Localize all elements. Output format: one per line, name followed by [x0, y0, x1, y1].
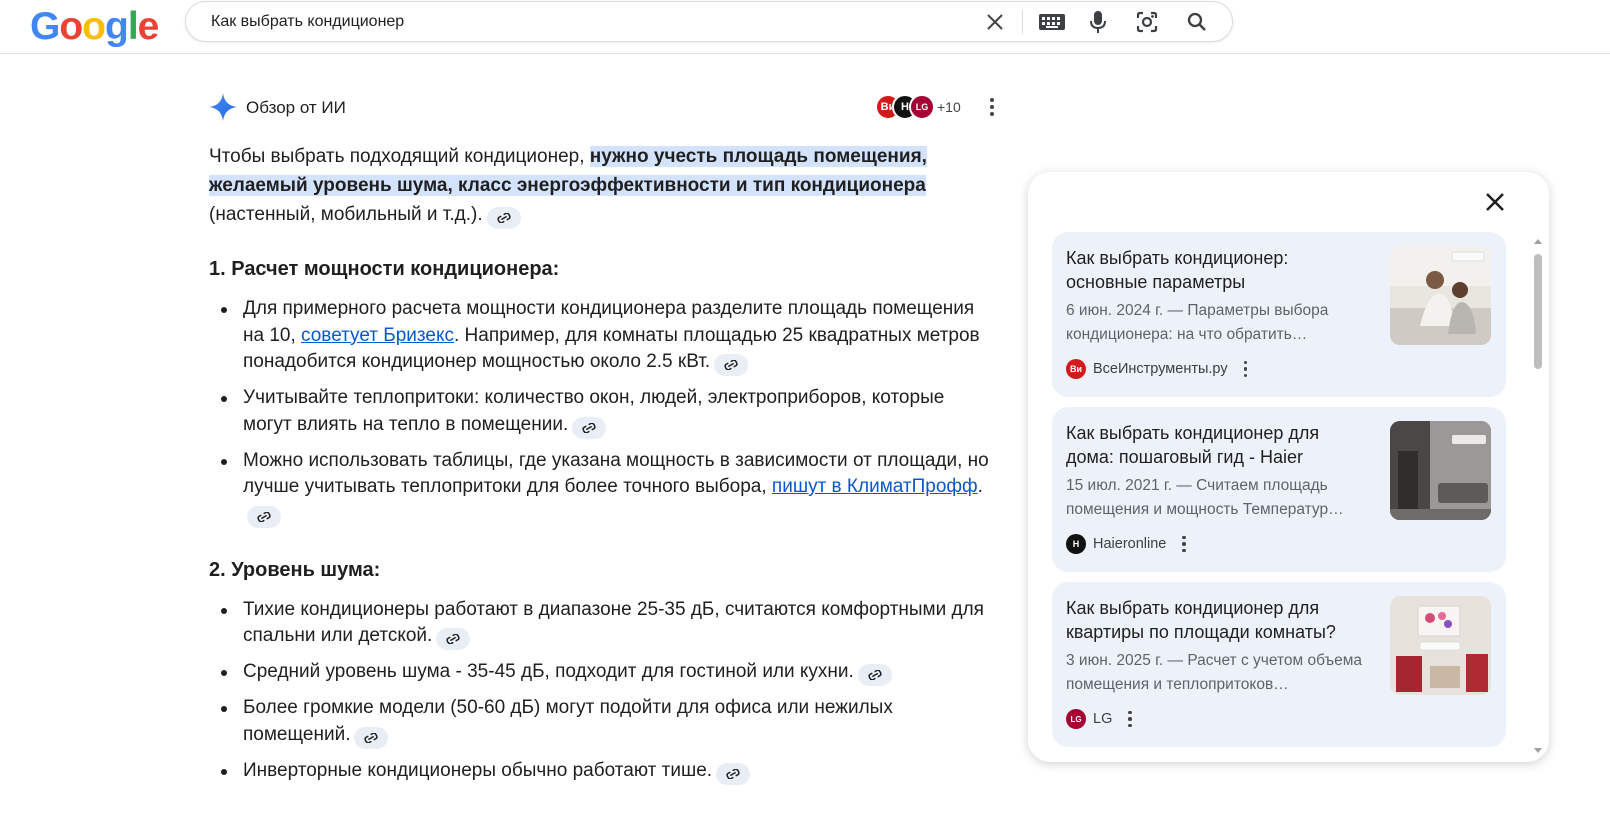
list-item: Инверторные кондиционеры обычно работают… [209, 758, 989, 785]
list-item-text: Средний уровень шума - 35-45 дБ, подходи… [243, 661, 854, 682]
list-item: Более громкие модели (50-60 дБ) могут по… [209, 695, 989, 749]
logo-letter: e [137, 5, 160, 48]
list-item: Учитывайте теплопритоки: количество окон… [209, 385, 989, 439]
search-box[interactable]: Как выбрать кондиционер [185, 1, 1233, 42]
intro-paragraph: Чтобы выбрать подходящий кондиционер, ну… [209, 142, 989, 229]
site-name: LG [1093, 711, 1113, 727]
list-item: Тихие кондиционеры работают в диапазоне … [209, 597, 989, 650]
lens-icon[interactable] [1135, 10, 1159, 34]
site-favicon: LG [1066, 709, 1086, 729]
klimatproff-link[interactable]: пишут в КлиматПрофф [772, 476, 978, 497]
ai-overview-title: Обзор от ИИ [246, 98, 346, 117]
scrollbar-thumb[interactable] [1534, 254, 1542, 369]
source-card-thumbnail [1390, 246, 1491, 345]
source-card-site: H Haieronline [1066, 532, 1186, 556]
source-link-chip[interactable] [572, 416, 607, 439]
noise-list: Тихие кондиционеры работают в диапазоне … [209, 597, 989, 785]
keyboard-icon[interactable] [1038, 10, 1066, 34]
source-link-chip[interactable] [857, 664, 892, 686]
list-item-text: Более громкие модели (50-60 дБ) могут по… [243, 697, 893, 745]
link-icon [582, 422, 596, 433]
more-options-icon[interactable] [1243, 360, 1248, 378]
source-link-chip[interactable] [247, 505, 281, 528]
source-link-chip[interactable] [714, 354, 749, 376]
intro-text: Чтобы выбрать подходящий кондиционер, [209, 146, 590, 167]
source-card-snippet: 3 июн. 2025 г. — Расчет с учетом объема … [1066, 652, 1363, 693]
favicon-lg: LG [909, 94, 935, 120]
source-card[interactable]: Как выбрать кондиционер для квартиры по … [1052, 582, 1506, 747]
source-card[interactable]: Как выбрать кондиционер для дома: пошаго… [1052, 407, 1506, 572]
link-icon [446, 634, 460, 644]
google-logo[interactable]: Google [30, 5, 160, 49]
more-sources-count: +10 [937, 99, 961, 115]
section-heading-noise: 2. Уровень шума: [209, 558, 381, 581]
logo-letter: G [30, 5, 60, 48]
mic-icon[interactable] [1086, 10, 1110, 34]
source-card-site: Ви ВсеИнструменты.ру [1066, 357, 1248, 381]
logo-letter: o [59, 5, 83, 48]
list-item-text: Инверторные кондиционеры обычно работают… [243, 759, 713, 781]
link-icon [724, 360, 738, 370]
clear-icon[interactable] [983, 10, 1007, 34]
source-card-snippet: 6 июн. 2024 г. — Параметры выбора кондиц… [1066, 302, 1329, 343]
source-link-chip[interactable] [436, 628, 471, 650]
site-name: Haieronline [1093, 536, 1167, 552]
source-card-title[interactable]: Как выбрать кондиционер: основные параме… [1066, 246, 1371, 294]
source-card[interactable]: Как выбрать кондиционер: основные параме… [1052, 232, 1506, 397]
brizex-link[interactable]: советует Бризекс [301, 325, 454, 346]
source-card-snippet: 15 июл. 2021 г. — Считаем площадь помеще… [1066, 477, 1344, 518]
link-icon [497, 213, 511, 223]
source-card-thumbnail [1390, 421, 1491, 520]
ai-overview-header: Обзор от ИИ Ви H LG +10 [209, 93, 1004, 121]
source-link-chip[interactable] [716, 762, 751, 785]
list-item-text: Тихие кондиционеры работают в диапазоне … [243, 598, 984, 647]
search-divider [1022, 10, 1023, 34]
sources-panel: Как выбрать кондиционер: основные параме… [1028, 172, 1549, 762]
source-link-chip[interactable] [486, 207, 521, 229]
link-icon [868, 670, 882, 680]
search-icon[interactable] [1185, 10, 1209, 34]
list-item: Средний уровень шума - 35-45 дБ, подходи… [209, 659, 989, 686]
logo-letter: g [105, 5, 129, 48]
scroll-up-icon [1534, 239, 1542, 244]
intro-text-end: (настенный, мобильный и т.д.). [209, 204, 483, 225]
site-favicon: H [1066, 534, 1086, 554]
close-panel-icon[interactable] [1482, 189, 1508, 215]
power-list: Для примерного расчета мощности кондицио… [209, 296, 989, 528]
source-link-chip[interactable] [354, 726, 389, 749]
more-options-icon[interactable] [982, 95, 1002, 119]
ai-overview-content: Чтобы выбрать подходящий кондиционер, ну… [209, 142, 989, 813]
source-card-thumbnail [1390, 596, 1491, 695]
more-options-icon[interactable] [1182, 535, 1186, 553]
source-card-title[interactable]: Как выбрать кондиционер для дома: пошаго… [1066, 421, 1371, 469]
panel-scrollbar[interactable] [1532, 236, 1544, 760]
scroll-down-icon [1534, 748, 1542, 753]
header: Google Как выбрать кондиционер [0, 0, 1610, 54]
link-icon [726, 768, 740, 779]
logo-letter: o [82, 5, 106, 48]
gemini-sparkle-icon [209, 93, 237, 121]
link-icon [257, 511, 271, 522]
list-item: Можно использовать таблицы, где указана … [209, 448, 989, 528]
logo-letter: l [127, 5, 139, 48]
source-card-site: LG LG [1066, 707, 1132, 731]
more-options-icon[interactable] [1128, 710, 1132, 728]
site-favicon: Ви [1066, 359, 1086, 379]
site-name: ВсеИнструменты.ру [1093, 361, 1228, 377]
link-icon [364, 732, 379, 743]
list-item: Для примерного расчета мощности кондицио… [209, 296, 989, 376]
list-item-text: . [977, 476, 983, 497]
section-heading-power: 1. Расчет мощности кондиционера: [209, 258, 560, 280]
search-input[interactable]: Как выбрать кондиционер [211, 13, 404, 31]
source-card-title[interactable]: Как выбрать кондиционер для квартиры по … [1066, 596, 1371, 644]
